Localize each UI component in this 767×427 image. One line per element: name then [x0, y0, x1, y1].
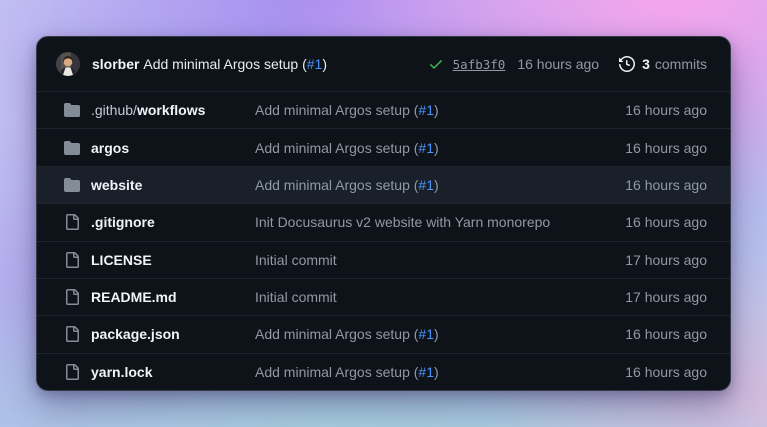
author-avatar[interactable]: [56, 52, 80, 76]
row-commit-message-link[interactable]: Add minimal Argos setup (: [255, 364, 418, 380]
row-commit-message-suffix: ): [434, 102, 439, 118]
row-commit-message-link[interactable]: Add minimal Argos setup (: [255, 177, 418, 193]
commit-message-cell: Add minimal Argos setup (#1): [255, 177, 613, 193]
row-commit-time: 16 hours ago: [625, 214, 707, 230]
folder-icon: [64, 177, 80, 193]
row-commit-message-link[interactable]: Init Docusaurus v2 website with Yarn mon…: [255, 214, 550, 230]
commits-label: commits: [655, 56, 707, 72]
row-commit-time: 17 hours ago: [625, 289, 707, 305]
commits-history-link[interactable]: 3 commits: [642, 56, 707, 72]
file-name-cell: README.md: [91, 289, 255, 305]
row-commit-time: 16 hours ago: [625, 140, 707, 156]
file-name-link[interactable]: LICENSE: [91, 252, 152, 268]
row-commit-message-link[interactable]: Initial commit: [255, 289, 337, 305]
commit-hash-link[interactable]: 5afb3f0: [453, 57, 506, 72]
file-name-link[interactable]: README.md: [91, 289, 177, 305]
row-pr-link[interactable]: #1: [418, 140, 434, 156]
commit-message-text: Add minimal Argos setup (: [143, 56, 306, 72]
file-name-cell: argos: [91, 140, 255, 156]
commit-message-cell: Init Docusaurus v2 website with Yarn mon…: [255, 214, 613, 230]
file-icon: [64, 289, 80, 305]
file-name-cell: package.json: [91, 326, 255, 342]
row-commit-message-link[interactable]: Initial commit: [255, 252, 337, 268]
commit-message-suffix: ): [322, 56, 327, 72]
commit-message-cell: Initial commit: [255, 252, 613, 268]
pr-link[interactable]: #1: [307, 56, 323, 72]
history-icon: [619, 56, 635, 72]
commits-count: 3: [642, 56, 650, 72]
row-commit-time: 16 hours ago: [625, 364, 707, 380]
file-row[interactable]: package.json Add minimal Argos setup (#1…: [37, 315, 730, 352]
row-pr-link[interactable]: #1: [418, 364, 434, 380]
file-row[interactable]: argos Add minimal Argos setup (#1) 16 ho…: [37, 128, 730, 165]
file-row[interactable]: website Add minimal Argos setup (#1) 16 …: [37, 166, 730, 203]
file-icon: [64, 364, 80, 380]
file-name-cell: .github/workflows: [91, 102, 255, 118]
file-name-link[interactable]: package.json: [91, 326, 180, 342]
latest-commit-message: slorber Add minimal Argos setup (#1): [92, 56, 327, 72]
file-name-cell: website: [91, 177, 255, 193]
file-name-link[interactable]: .gitignore: [91, 214, 155, 230]
row-commit-message-link[interactable]: Add minimal Argos setup (: [255, 102, 418, 118]
latest-commit-time: 16 hours ago: [517, 56, 599, 72]
commit-status-group: 5afb3f0 16 hours ago 3 commits: [428, 56, 707, 72]
row-commit-message-suffix: ): [434, 364, 439, 380]
file-name-cell: LICENSE: [91, 252, 255, 268]
commit-message-cell: Add minimal Argos setup (#1): [255, 326, 613, 342]
checks-passed-icon[interactable]: [428, 56, 444, 72]
file-icon: [64, 214, 80, 230]
file-row[interactable]: .gitignore Init Docusaurus v2 website wi…: [37, 203, 730, 240]
file-row[interactable]: LICENSE Initial commit 17 hours ago: [37, 241, 730, 278]
row-pr-link[interactable]: #1: [418, 102, 434, 118]
row-commit-time: 17 hours ago: [625, 252, 707, 268]
file-row[interactable]: README.md Initial commit 17 hours ago: [37, 278, 730, 315]
author-link[interactable]: slorber: [92, 56, 139, 72]
row-pr-link[interactable]: #1: [418, 326, 434, 342]
file-icon: [64, 252, 80, 268]
latest-commit-header: slorber Add minimal Argos setup (#1) 5af…: [37, 37, 730, 91]
commit-message-cell: Initial commit: [255, 289, 613, 305]
page-background: slorber Add minimal Argos setup (#1) 5af…: [0, 0, 767, 427]
file-name-link[interactable]: yarn.lock: [91, 364, 152, 380]
file-name-cell: .gitignore: [91, 214, 255, 230]
file-list: .github/workflows Add minimal Argos setu…: [37, 91, 730, 390]
row-commit-message-suffix: ): [434, 326, 439, 342]
row-commit-time: 16 hours ago: [625, 102, 707, 118]
row-commit-message-suffix: ): [434, 140, 439, 156]
row-commit-time: 16 hours ago: [625, 177, 707, 193]
row-commit-message-link[interactable]: Add minimal Argos setup (: [255, 140, 418, 156]
row-pr-link[interactable]: #1: [418, 177, 434, 193]
row-commit-time: 16 hours ago: [625, 326, 707, 342]
file-name-link[interactable]: workflows: [137, 102, 205, 118]
folder-icon: [64, 102, 80, 118]
file-name-link[interactable]: website: [91, 177, 142, 193]
row-commit-message-suffix: ): [434, 177, 439, 193]
file-row[interactable]: .github/workflows Add minimal Argos setu…: [37, 91, 730, 128]
file-name-cell: yarn.lock: [91, 364, 255, 380]
file-path-prefix-link[interactable]: .github/: [91, 102, 137, 118]
file-row[interactable]: yarn.lock Add minimal Argos setup (#1) 1…: [37, 353, 730, 390]
github-file-browser-card: slorber Add minimal Argos setup (#1) 5af…: [36, 36, 731, 391]
row-commit-message-link[interactable]: Add minimal Argos setup (: [255, 326, 418, 342]
commit-message-cell: Add minimal Argos setup (#1): [255, 102, 613, 118]
commit-message-cell: Add minimal Argos setup (#1): [255, 140, 613, 156]
folder-icon: [64, 140, 80, 156]
file-icon: [64, 326, 80, 342]
commit-message-cell: Add minimal Argos setup (#1): [255, 364, 613, 380]
file-name-link[interactable]: argos: [91, 140, 129, 156]
